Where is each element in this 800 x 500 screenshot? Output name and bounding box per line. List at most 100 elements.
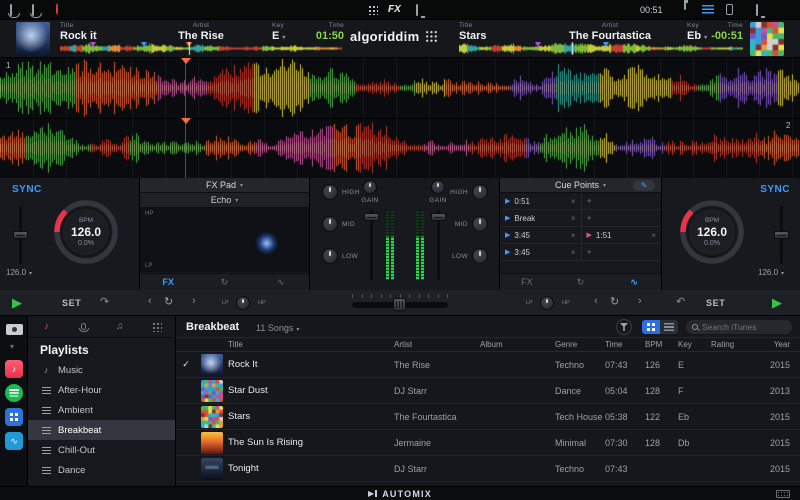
eq-high-knob-left[interactable] (322, 184, 338, 200)
column-header-title[interactable]: Title (228, 340, 394, 349)
cue-play-icon[interactable]: ▶ (587, 231, 592, 239)
cue-delete-icon[interactable]: × (571, 214, 576, 223)
column-header-album[interactable]: Album (480, 340, 555, 349)
sidebar-item-music[interactable]: ♪Music (28, 360, 175, 380)
sidebar-item-breakbeat[interactable]: Breakbeat (28, 420, 175, 440)
deck1-tempo-readout[interactable]: 126.0▾ (6, 268, 32, 277)
deck2-key-selector[interactable]: Eb▾ (687, 30, 707, 42)
deck2-sync-button[interactable]: SYNC (760, 184, 790, 195)
cue-delete-icon[interactable]: × (571, 197, 576, 206)
table-row[interactable]: Star DustDJ StarrDance05:04128F2013 (176, 378, 800, 404)
column-header-rating[interactable]: Rating (711, 340, 751, 349)
deck1-main-waveform[interactable] (0, 58, 800, 118)
table-row[interactable]: ✓Rock ItThe RiseTechno07:43126E2015 (176, 352, 800, 378)
search-input[interactable] (702, 322, 786, 332)
tab-albums-icon[interactable]: ♫ (102, 321, 139, 332)
tab-fx[interactable]: FX (500, 274, 554, 290)
deck1-bpm-dial[interactable]: BPM 126.0 0.0% (52, 198, 120, 266)
table-row[interactable]: TonightDJ StarrTechno07:432015 (176, 456, 800, 482)
deck2-loop-halve-button[interactable]: ‹ (594, 295, 598, 307)
deck2-bpm-dial[interactable]: BPM 126.0 0.0% (678, 198, 746, 266)
deck1-filter-knob[interactable] (236, 296, 250, 310)
deck2-loop-icon[interactable]: ↻ (610, 295, 619, 308)
cue-edit-button[interactable]: ✎ (633, 180, 655, 191)
column-header-time[interactable]: Time (605, 340, 645, 349)
column-header-year[interactable]: Year (751, 340, 800, 349)
deck2-loop-double-button[interactable]: › (638, 295, 642, 307)
deck2-tempo-readout[interactable]: 126.0▾ (758, 268, 784, 277)
cue-play-icon[interactable]: ▶ (505, 248, 510, 256)
monitor-icon[interactable] (756, 4, 758, 16)
table-row[interactable]: The Sun Is RisingJermaineMinimal07:30128… (176, 430, 800, 456)
deck2-main-waveform[interactable] (0, 118, 800, 178)
deck2-overview-waveform[interactable] (459, 42, 743, 55)
cue-label[interactable]: 3:45 (514, 231, 566, 240)
deck1-overview-waveform[interactable] (60, 42, 342, 55)
deck1-pitch-fader[interactable] (19, 206, 22, 264)
cloud-source-icon[interactable]: ∿ (5, 432, 23, 450)
device-icon[interactable] (726, 4, 733, 15)
sidebar-item-chill-out[interactable]: Chill-Out (28, 440, 175, 460)
deck1-time[interactable]: 01:50 (316, 30, 344, 42)
column-header-genre[interactable]: Genre (555, 340, 605, 349)
deck1-loop-double-button[interactable]: › (192, 295, 196, 307)
fx-panel-header[interactable]: FX Pad▾ (140, 178, 309, 193)
collection-count[interactable]: 11 Songs▾ (256, 323, 299, 333)
deck1-play-button[interactable]: ▶ (12, 295, 22, 311)
queue-icon[interactable] (702, 5, 714, 14)
sidebar-item-ambient[interactable]: Ambient (28, 400, 175, 420)
eq-low-knob-right[interactable] (472, 248, 488, 264)
deck1-pitch-fader-handle[interactable] (13, 231, 28, 239)
deck2-album-art[interactable] (750, 22, 784, 56)
channel-fader-right-handle[interactable] (431, 213, 446, 221)
deck2-pitch-fader-handle[interactable] (774, 231, 789, 239)
deck2-filter-knob[interactable] (540, 296, 554, 310)
cue-label[interactable]: 0:51 (514, 197, 566, 206)
tab-more-icon[interactable] (138, 322, 175, 332)
fx-xy-pad[interactable]: HP LP (140, 208, 309, 272)
filter-button[interactable] (616, 319, 632, 335)
channel-fader-left[interactable] (370, 210, 373, 280)
cue-play-icon[interactable]: ▶ (505, 197, 510, 205)
deck1-loop-icon[interactable]: ↻ (164, 295, 173, 308)
column-header-key[interactable]: Key (678, 340, 711, 349)
video-out-icon[interactable] (416, 4, 418, 16)
spotify-source-icon[interactable] (5, 384, 23, 402)
deck1-key-selector[interactable]: E▾ (272, 30, 285, 42)
itunes-source-icon[interactable]: ♪ (5, 360, 23, 378)
tab-loop-icon[interactable]: ↻ (554, 274, 608, 290)
column-header-bpm[interactable]: BPM (645, 340, 678, 349)
microphone-2-icon[interactable] (32, 4, 34, 16)
grid-view-button[interactable] (642, 320, 660, 334)
cue-add-icon[interactable]: + (587, 247, 592, 257)
cue-play-icon[interactable]: ▶ (505, 214, 510, 222)
tab-wave-icon[interactable]: ∿ (607, 274, 661, 290)
deck1-loop-halve-button[interactable]: ‹ (148, 295, 152, 307)
camera-icon[interactable] (6, 324, 23, 335)
crossfader-handle[interactable] (393, 298, 406, 311)
collection-name[interactable]: Breakbeat (186, 321, 239, 333)
sidebar-item-dance[interactable]: Dance (28, 460, 175, 480)
tab-songs-icon[interactable]: ♪ (28, 321, 65, 332)
deck1-sync-button[interactable]: SYNC (12, 184, 42, 195)
deck1-jump-icon[interactable]: ↷ (100, 295, 109, 308)
eq-mid-knob-right[interactable] (472, 216, 488, 232)
deck2-set-cue-button[interactable]: SET (706, 298, 725, 308)
cue-add-icon[interactable]: + (587, 196, 592, 206)
view-grid-icon[interactable] (368, 5, 378, 15)
deck1-set-cue-button[interactable]: SET (62, 298, 81, 308)
chevron-down-icon[interactable]: ▾ (10, 342, 14, 351)
eq-low-knob-left[interactable] (322, 248, 338, 264)
cue-label[interactable]: Break (514, 214, 566, 223)
eq-high-knob-right[interactable] (472, 184, 488, 200)
deck2-jump-icon[interactable]: ↶ (676, 295, 685, 308)
gain-knob-left[interactable] (363, 180, 377, 194)
files-source-icon[interactable] (5, 408, 23, 426)
deck2-play-button[interactable]: ▶ (772, 295, 782, 311)
sidebar-item-after-hour[interactable]: After-Hour (28, 380, 175, 400)
column-header-artist[interactable]: Artist (394, 340, 480, 349)
eq-mid-knob-left[interactable] (322, 216, 338, 232)
cue-label[interactable]: 3:45 (514, 248, 566, 257)
table-row[interactable]: StarsThe FourtasticaTech House05:38122Eb… (176, 404, 800, 430)
cue-label[interactable]: 1:51 (596, 231, 647, 240)
